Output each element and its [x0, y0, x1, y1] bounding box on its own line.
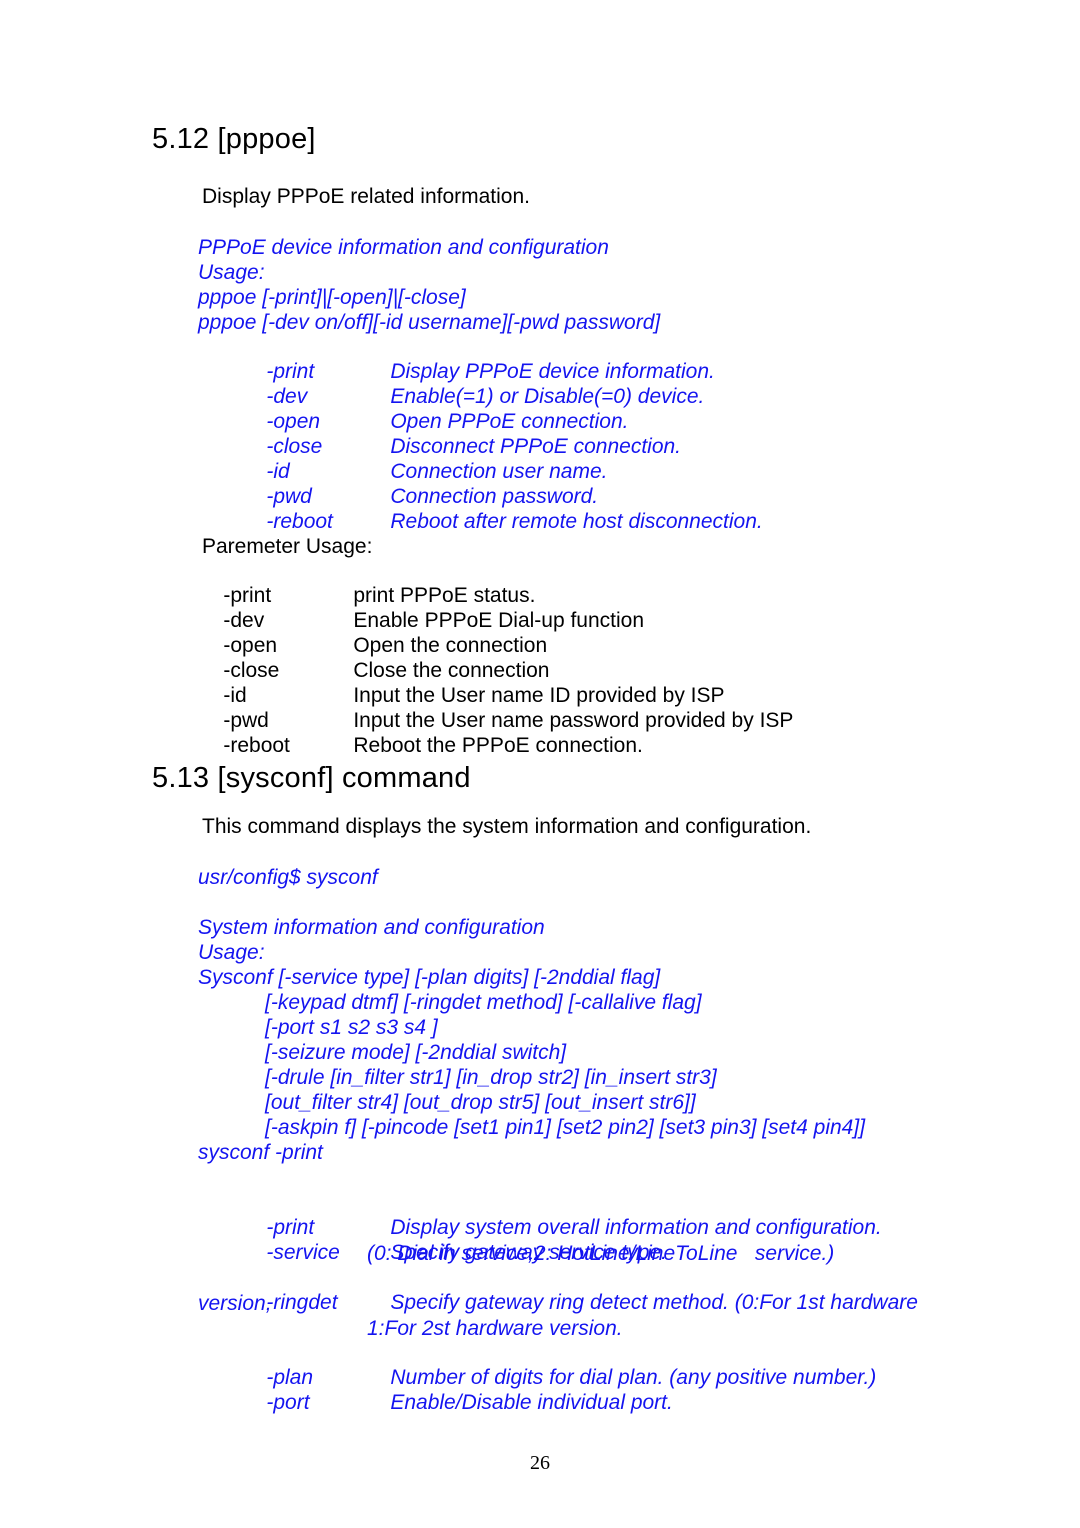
document-page: 5.12 [pppoe] Display PPPoE related infor…: [0, 0, 1080, 1528]
pppoe-usage-label: Usage:: [198, 261, 265, 284]
sysconf-syntax-line: [-keypad dtmf] [-ringdet method] [-calla…: [265, 991, 702, 1014]
pppoe-parameter-usage-title: Paremeter Usage:: [202, 535, 373, 558]
pppoe-usage-title: PPPoE device information and configurati…: [198, 236, 609, 259]
sysconf-syntax-line: [-seizure mode] [-2nddial switch]: [265, 1041, 567, 1064]
section-heading-pppoe: 5.12 [pppoe]: [152, 123, 316, 155]
sysconf-syntax-line: [-askpin f] [-pincode [set1 pin1] [set2 …: [265, 1116, 866, 1139]
section-heading-sysconf: 5.13 [sysconf] command: [152, 762, 471, 794]
sysconf-ringdet-wrap: version,: [198, 1292, 272, 1315]
sysconf-print-command: sysconf -print: [198, 1141, 323, 1164]
parameter-flag: -reboot: [223, 734, 290, 757]
sysconf-option-flag: -port: [266, 1391, 310, 1414]
pppoe-syntax-line: pppoe [-dev on/off][-id username][-pwd p…: [198, 311, 661, 334]
page-number: 26: [530, 1452, 550, 1474]
sysconf-option-desc: Specify gateway ring detect method. (0:F…: [390, 1291, 918, 1314]
parameter-desc: Reboot the PPPoE connection.: [353, 734, 643, 757]
pppoe-option-flag: -reboot: [266, 510, 333, 533]
sysconf-usage-title: System information and configuration: [198, 916, 545, 939]
sysconf-intro-text: This command displays the system informa…: [202, 815, 812, 838]
pppoe-option-desc: Reboot after remote host disconnection.: [390, 510, 763, 533]
sysconf-option-row: -port Enable/Disable individual port.: [243, 1367, 1080, 1439]
sysconf-syntax-line: [-drule [in_filter str1] [in_drop str2] …: [265, 1066, 717, 1089]
sysconf-syntax-line: [-port s1 s2 s3 s4 ]: [265, 1016, 438, 1039]
sysconf-service-note: (0: Dial in service,2: HotLine/LineToLin…: [367, 1242, 835, 1265]
sysconf-syntax-line: [out_filter str4] [out_drop str5] [out_i…: [265, 1091, 696, 1114]
pppoe-syntax-line: pppoe [-print]|[-open]|[-close]: [198, 286, 466, 309]
sysconf-ringdet-note: 1:For 2st hardware version.: [367, 1317, 623, 1340]
sysconf-usage-label: Usage:: [198, 941, 265, 964]
sysconf-syntax-first-line: Sysconf [-service type] [-plan digits] […: [198, 966, 661, 989]
sysconf-option-flag: -ringdet: [266, 1291, 338, 1314]
sysconf-option-desc: Enable/Disable individual port.: [390, 1391, 673, 1414]
pppoe-intro-text: Display PPPoE related information.: [202, 185, 530, 208]
sysconf-prompt-line: usr/config$ sysconf: [198, 866, 378, 889]
